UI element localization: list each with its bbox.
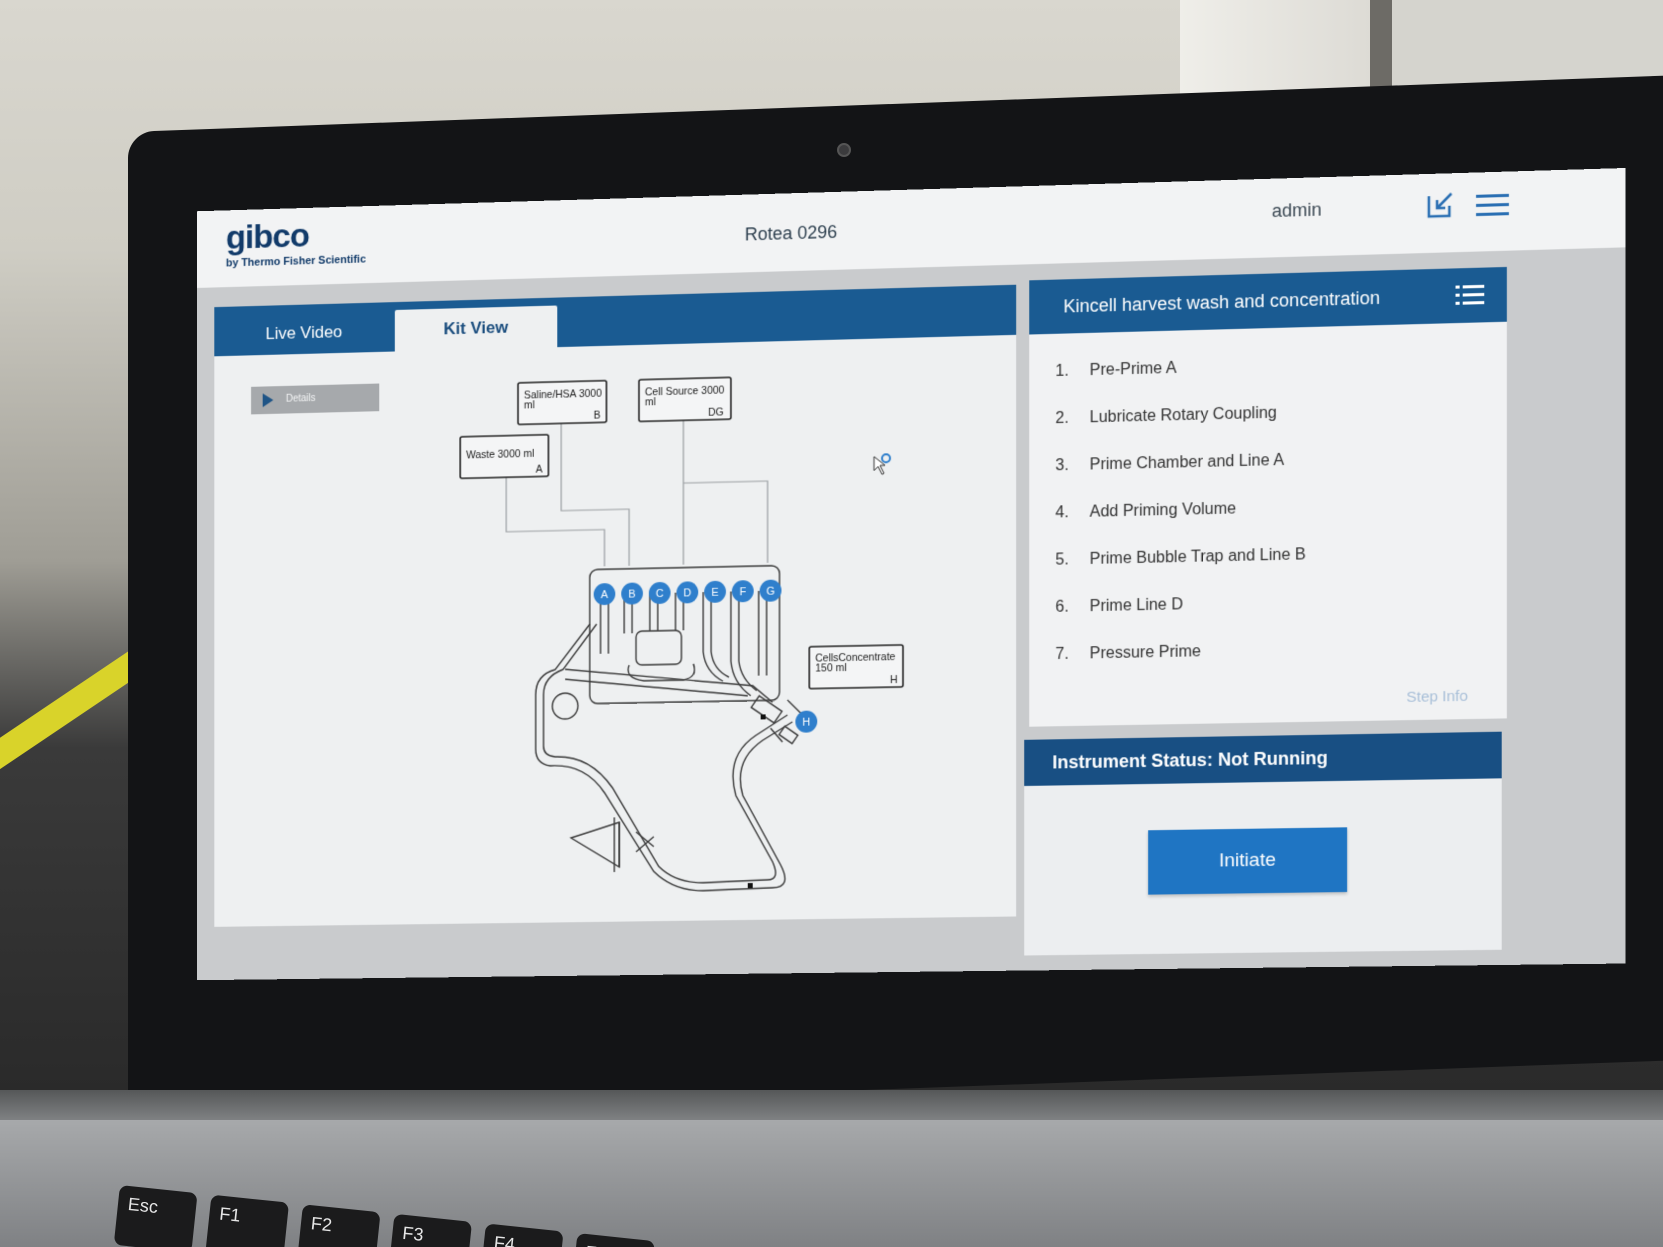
step-label: Pressure Prime (1090, 643, 1201, 663)
key-f2[interactable]: F2 (297, 1204, 381, 1247)
bag-waste-label: Waste 3000 ml (466, 449, 534, 462)
port-b[interactable]: B (621, 582, 643, 604)
step-label: Prime Chamber and Line A (1090, 451, 1284, 474)
step-number: 1. (1055, 362, 1089, 381)
port-b-label: B (628, 588, 635, 600)
kit-diagram: Saline/HSA 3000 ml B Cell Source 3000 ml… (214, 285, 1016, 927)
status-panel: Instrument Status: Not Running Initiate (1024, 732, 1502, 956)
port-c-label: C (656, 588, 664, 600)
instrument-name: Rotea 0296 (745, 222, 837, 246)
port-a-label: A (601, 589, 609, 601)
play-icon (263, 393, 274, 407)
kit-manifold (536, 565, 803, 893)
port-f[interactable]: F (732, 580, 754, 602)
bag-waste[interactable]: Waste 3000 ml A (460, 435, 548, 479)
bag-cell-source-port: DG (708, 407, 724, 418)
step-number: 6. (1055, 598, 1089, 617)
kit-view-panel: Live Video Kit View Saline/HSA 3000 ml B… (214, 285, 1016, 927)
list-item[interactable]: 7. Pressure Prime (1055, 622, 1506, 678)
bag-cell-source-unit: ml (645, 397, 656, 408)
key-f1[interactable]: F1 (205, 1195, 289, 1247)
port-f-label: F (739, 586, 746, 598)
step-list: 1. Pre-Prime A 2. Lubricate Rotary Couplin… (1029, 322, 1507, 679)
step-label: Prime Line D (1090, 596, 1183, 616)
step-number: 7. (1055, 645, 1089, 664)
bag-waste-port: A (536, 464, 543, 475)
bag-saline[interactable]: Saline/HSA 3000 ml B (518, 381, 606, 425)
step-label: Lubricate Rotary Coupling (1090, 404, 1277, 427)
valve-marker (761, 714, 766, 719)
port-e[interactable]: E (704, 581, 726, 603)
bag-saline-port: B (594, 410, 601, 421)
initiate-button[interactable]: Initiate (1148, 827, 1347, 894)
step-label: Add Priming Volume (1090, 500, 1237, 521)
port-e-label: E (711, 587, 718, 599)
bag-cell-source-label: Cell Source 3000 (645, 385, 725, 398)
port-c[interactable]: C (649, 582, 671, 604)
port-g-label: G (766, 586, 774, 598)
webcam-icon (837, 143, 851, 157)
list-icon[interactable] (1456, 284, 1485, 307)
details-label: Details (286, 393, 316, 405)
bag-saline-unit: ml (524, 400, 535, 411)
protocol-panel: Kincell harvest wash and concentration 1… (1029, 267, 1507, 727)
port-g[interactable]: G (760, 579, 782, 601)
bag-cells-concentrate[interactable]: CellsConcentrate 150 ml H (809, 645, 903, 689)
port-group: A B C D E F G H (594, 579, 818, 737)
app-screen: gibco by Thermo Fisher Scientific Rotea … (197, 168, 1625, 980)
details-button[interactable]: Details (251, 384, 379, 415)
bag-saline-label: Saline/HSA 3000 (524, 389, 602, 402)
port-a[interactable]: A (594, 583, 616, 605)
export-icon[interactable] (1425, 189, 1456, 220)
protocol-title: Kincell harvest wash and concentration (1063, 288, 1380, 317)
tube-clip (748, 883, 753, 888)
step-number: 3. (1055, 456, 1089, 475)
step-number: 2. (1055, 409, 1089, 428)
logo-wordmark: gibco (226, 216, 366, 256)
step-info-link[interactable]: Step Info (1406, 688, 1468, 706)
port-h-label: H (802, 716, 810, 728)
step-number: 4. (1055, 503, 1089, 522)
step-label: Prime Bubble Trap and Line B (1090, 546, 1306, 569)
bag-cells-concentrate-unit: 150 ml (815, 663, 846, 675)
step-label: Pre-Prime A (1090, 359, 1177, 379)
step-number: 5. (1055, 550, 1089, 569)
port-h[interactable]: H (795, 710, 817, 732)
key-esc[interactable]: Esc (114, 1185, 198, 1247)
instrument-status: Instrument Status: Not Running (1024, 732, 1502, 786)
gibco-logo: gibco by Thermo Fisher Scientific (226, 216, 366, 269)
hamburger-icon[interactable] (1475, 192, 1510, 219)
cursor-icon (874, 454, 890, 474)
bag-cells-concentrate-port: H (890, 675, 898, 686)
user-name[interactable]: admin (1272, 199, 1322, 222)
bag-cell-source[interactable]: Cell Source 3000 ml DG (639, 377, 731, 421)
port-d[interactable]: D (676, 581, 698, 603)
port-d-label: D (683, 587, 691, 599)
